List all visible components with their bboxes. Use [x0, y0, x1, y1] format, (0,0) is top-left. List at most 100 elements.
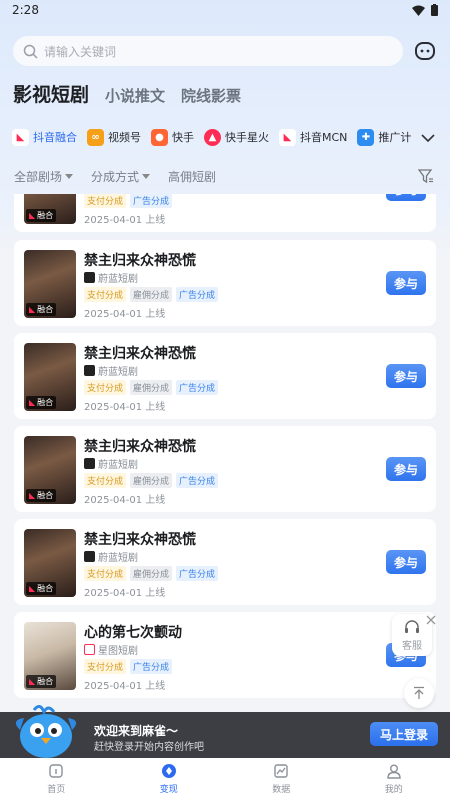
filter-label: 分成方式: [91, 170, 140, 184]
poster-badge: ◣ 融合: [26, 209, 57, 222]
drama-card[interactable]: ◣ 融合 禁主归来众神恐慌 蔚蓝短剧 支付分成 雇佣分成 广告分成 2025-04-…: [14, 519, 436, 605]
drama-poster: ◣ 融合: [24, 343, 76, 411]
tag-ad: 广告分成: [130, 194, 173, 208]
platform-kuaishou[interactable]: ● 快手: [151, 128, 194, 146]
banner-subtitle: 赶快登录开始内容创作吧: [94, 742, 204, 753]
tab-drama[interactable]: 影视短剧: [13, 80, 89, 107]
filter-split[interactable]: 分成方式: [91, 168, 151, 185]
join-button[interactable]: 参与: [386, 457, 426, 481]
poster-badge: ◣ 融合: [26, 582, 57, 595]
filter-theater[interactable]: 全部剧场: [14, 168, 74, 185]
drama-card[interactable]: ◣ 融合 禁主归来众神恐慌 蔚蓝短剧 支付分成 雇佣分成 广告分成 2025-04-…: [14, 240, 436, 326]
drama-card[interactable]: ◣ 融合 心的第七次颤动 星图短剧 支付分成 广告分成 2025-04-01 上线…: [14, 612, 436, 698]
banner-title: 欢迎来到麻雀～: [94, 724, 179, 738]
main-tabs: 影视短剧 小说推文 院线影票: [13, 80, 241, 107]
tag-pay: 支付分成: [84, 287, 127, 302]
nav-label: 我的: [384, 785, 403, 795]
status-bar: 2:28: [0, 0, 450, 22]
poster-badge-label: 融合: [37, 491, 54, 500]
tab-novel[interactable]: 小说推文: [105, 85, 165, 106]
tag-hire: 雇佣分成: [130, 380, 173, 395]
douyin-icon: ◣: [29, 398, 36, 407]
drama-producer: 蔚蓝短剧: [84, 363, 138, 378]
drama-date: 2025-04-01 上线: [84, 309, 166, 320]
drama-card[interactable]: ◣ 融合 禁主归来众神恐慌 蔚蓝短剧 支付分成 雇佣分成 广告分成 2025-04-…: [14, 333, 436, 419]
douyin-icon: ◣: [29, 677, 36, 686]
caret-down-icon: [65, 173, 74, 179]
drama-date: 2025-04-01 上线: [84, 495, 166, 506]
search-input[interactable]: 请输入关键词: [13, 36, 403, 66]
tag-pay: 支付分成: [84, 194, 127, 208]
producer-name: 蔚蓝短剧: [98, 367, 138, 378]
drama-date: 2025-04-01 上线: [84, 215, 166, 226]
platform-label: 推广计: [378, 131, 412, 144]
close-icon: [426, 615, 436, 625]
poster-badge-label: 融合: [37, 305, 54, 314]
drama-date: 2025-04-01 上线: [84, 402, 166, 413]
platform-label: 抖音MCN: [300, 131, 348, 144]
producer-name: 蔚蓝短剧: [98, 274, 138, 285]
drama-card[interactable]: ◣ 融合 禁主归来众神恐慌 蔚蓝短剧 支付分成广告分成 2025-04-01 上…: [14, 194, 436, 232]
nav-monetize[interactable]: 变现: [113, 758, 226, 800]
login-button[interactable]: 马上登录: [370, 722, 438, 746]
join-button[interactable]: 参与: [386, 271, 426, 295]
drama-poster: ◣ 融合: [24, 250, 76, 318]
drama-date: 2025-04-01 上线: [84, 588, 166, 599]
platform-douyin-mcn[interactable]: ◣ 抖音MCN: [279, 128, 348, 146]
platform-row: ◣ 抖音融合 ∞ 视频号 ● 快手 ▲ 快手星火 ◣ 抖音MCN ✚ 推广计: [0, 122, 450, 152]
poster-badge-label: 融合: [37, 398, 54, 407]
platform-promo[interactable]: ✚ 推广计: [357, 128, 412, 146]
douyin-mcn-icon: ◣: [279, 128, 296, 146]
drama-poster: ◣ 融合: [24, 194, 76, 224]
drama-list: ◣ 融合 禁主归来众神恐慌 蔚蓝短剧 支付分成广告分成 2025-04-01 上…: [0, 194, 450, 712]
tag-ad: 广告分成: [176, 566, 219, 581]
poster-badge: ◣ 融合: [26, 675, 57, 688]
drama-card[interactable]: ◣ 融合 禁主归来众神恐慌 蔚蓝短剧 支付分成 雇佣分成 广告分成 2025-04-…: [14, 426, 436, 512]
platform-kuaishou-spark[interactable]: ▲ 快手星火: [204, 128, 269, 146]
tab-cinema[interactable]: 院线影票: [181, 85, 241, 106]
nav-data[interactable]: 数据: [225, 758, 338, 800]
nav-profile[interactable]: 我的: [338, 758, 450, 800]
platform-douyin[interactable]: ◣ 抖音融合: [12, 128, 77, 146]
join-button[interactable]: 参与: [386, 550, 426, 574]
message-button[interactable]: [414, 40, 436, 62]
wifi-icon: [412, 5, 425, 16]
filter-high-commission[interactable]: 高佣短剧: [168, 168, 216, 185]
status-time: 2:28: [12, 3, 39, 17]
filter-button[interactable]: [417, 168, 434, 184]
drama-title: 心的第七次颤动: [84, 625, 182, 641]
poster-badge-label: 融合: [37, 211, 54, 220]
producer-logo-icon: [84, 458, 95, 469]
join-button[interactable]: 参与: [386, 194, 426, 201]
caret-down-icon: [142, 173, 151, 179]
poster-badge-label: 融合: [37, 677, 54, 686]
drama-poster: ◣ 融合: [24, 529, 76, 597]
close-customer-service-button[interactable]: [426, 610, 436, 625]
monetize-icon: [161, 764, 176, 778]
back-to-top-button[interactable]: [404, 678, 434, 708]
expand-platforms-button[interactable]: [420, 130, 436, 146]
kuaishou-spark-icon: ▲: [204, 128, 221, 146]
nav-home[interactable]: 首页: [0, 758, 113, 800]
customer-service-label: 客服: [402, 640, 422, 652]
bottom-nav: 首页 变现 数据 我的: [0, 758, 450, 800]
tag-ad: 广告分成: [176, 473, 219, 488]
platform-channels[interactable]: ∞ 视频号: [87, 128, 141, 146]
filter-icon: [417, 169, 433, 184]
chevron-down-icon: [421, 134, 435, 143]
search-icon: [23, 44, 38, 59]
producer-logo-icon: [84, 272, 95, 283]
platform-label: 抖音融合: [33, 131, 77, 144]
join-button[interactable]: 参与: [386, 364, 426, 388]
drama-tags: 支付分成 雇佣分成 广告分成: [84, 287, 219, 302]
producer-logo-icon: [84, 644, 95, 655]
drama-tags: 支付分成 雇佣分成 广告分成: [84, 566, 219, 581]
tag-ad: 广告分成: [176, 380, 219, 395]
filter-label: 全部剧场: [14, 170, 63, 184]
tag-pay: 支付分成: [84, 380, 127, 395]
platform-label: 快手星火: [225, 131, 269, 144]
douyin-icon: ◣: [29, 491, 36, 500]
producer-name: 蔚蓝短剧: [98, 460, 138, 471]
tag-hire: 雇佣分成: [130, 566, 173, 581]
drama-tags: 支付分成 雇佣分成 广告分成: [84, 380, 219, 395]
